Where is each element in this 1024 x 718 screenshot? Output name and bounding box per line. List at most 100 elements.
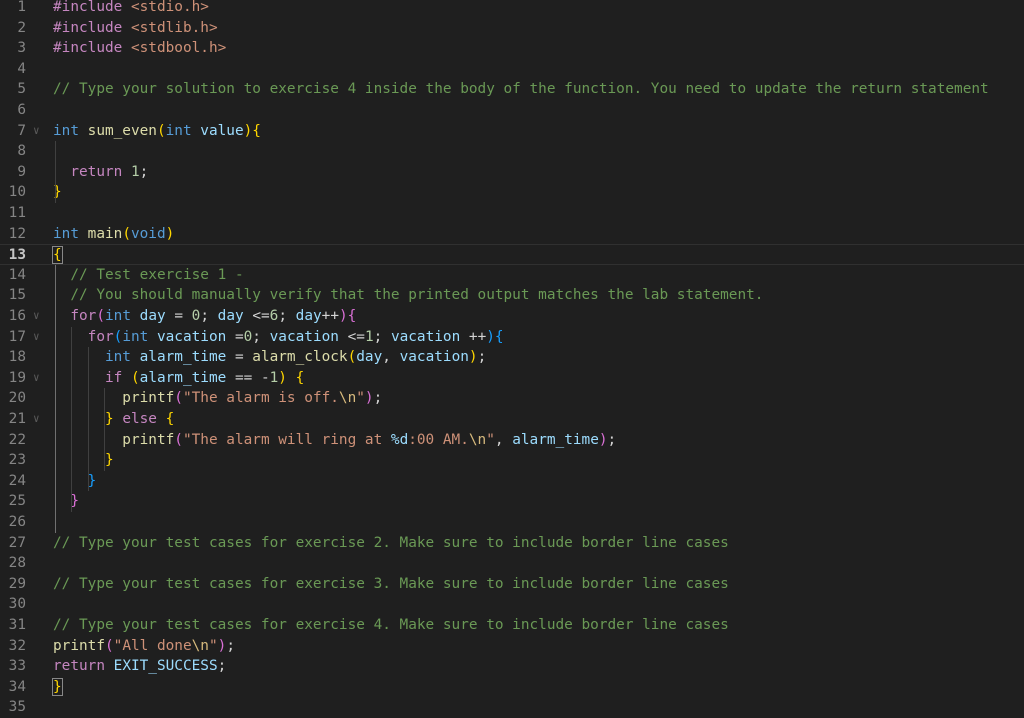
code-line[interactable]: 12 int main(void) (0, 224, 1024, 245)
code-text[interactable]: printf("All done\n"); (53, 636, 235, 657)
line-number: 26 (8, 514, 26, 530)
line-number: 21 (8, 411, 26, 427)
code-token: int (165, 122, 201, 139)
code-line[interactable]: 27 // Type your test cases for exercise 2… (0, 533, 1024, 554)
code-line[interactable]: 17 ∨ for(int vacation =0; vacation <=1; v… (0, 327, 1024, 348)
code-line[interactable]: 6 (0, 100, 1024, 121)
fold-chevron-icon[interactable]: ∨ (33, 306, 40, 327)
code-text[interactable]: // You should manually verify that the p… (53, 285, 763, 306)
code-text[interactable]: #include <stdlib.h> (53, 18, 218, 39)
code-text[interactable]: int sum_even(int value){ (53, 121, 261, 142)
code-token: ; (607, 431, 617, 448)
code-token: ( (174, 431, 183, 448)
code-line[interactable]: 15 // You should manually verify that th… (0, 285, 1024, 306)
code-text[interactable]: // Type your test cases for exercise 4. … (53, 615, 729, 636)
code-line[interactable]: 24 } (0, 471, 1024, 492)
code-line[interactable]: 34} (0, 677, 1024, 698)
code-token: // Type your test cases for exercise 3. … (53, 575, 729, 592)
code-token: value (200, 122, 244, 139)
code-line[interactable]: 26 (0, 512, 1024, 533)
code-text[interactable]: { (52, 245, 63, 266)
line-number: 20 (8, 390, 26, 407)
fold-chevron-icon[interactable]: ∨ (33, 327, 40, 348)
code-token: for (53, 308, 97, 324)
code-line[interactable]: 25 } (0, 491, 1024, 512)
code-token: ) (468, 349, 478, 366)
code-line[interactable]: 29 // Type your test cases for exercise 3… (0, 574, 1024, 595)
code-token: // Type your test cases for exercise 4. … (53, 617, 729, 633)
code-text[interactable]: return EXIT_SUCCESS; (53, 656, 226, 677)
code-token: ; (217, 658, 227, 675)
code-token: ( (104, 637, 114, 654)
code-token: "The alarm will ring at (182, 431, 391, 448)
code-token: ( (122, 225, 131, 242)
code-text[interactable]: // Type your test cases for exercise 3. … (53, 574, 729, 595)
code-text[interactable]: #include <stdio.h> (53, 0, 209, 18)
code-token: day (217, 308, 244, 324)
code-line[interactable]: 9 return 1; (0, 162, 1024, 183)
code-text[interactable]: // Type your test cases for exercise 2. … (53, 533, 729, 554)
code-line[interactable]: 1 #include <stdio.h> (0, 0, 1024, 18)
code-line[interactable]: 35 (0, 697, 1024, 718)
code-text[interactable]: int alarm_time = alarm_clock(day, vacati… (53, 347, 486, 368)
code-line[interactable]: 3 #include <stdbool.h> (0, 38, 1024, 59)
fold-chevron-icon[interactable]: ∨ (33, 121, 40, 142)
code-text[interactable]: #include <stdbool.h> (53, 38, 226, 59)
code-token: void (130, 225, 166, 242)
line-number: 35 (8, 699, 26, 716)
code-token: ) (165, 225, 175, 242)
code-line[interactable]: 5 // Type your solution to exercise 4 ins… (0, 79, 1024, 100)
code-text[interactable]: } (53, 491, 79, 512)
fold-chevron-icon[interactable]: ∨ (33, 409, 40, 430)
code-text[interactable]: } (53, 471, 97, 492)
code-line[interactable]: 7 ∨ int sum_even(int value){ (0, 121, 1024, 142)
code-token: " (486, 431, 495, 448)
code-text[interactable]: for(int vacation =0; vacation <=1; vacat… (53, 327, 504, 348)
code-text[interactable]: // Test exercise 1 - (53, 265, 243, 286)
code-text[interactable]: if (alarm_time == -1) { (53, 368, 304, 389)
code-text[interactable]: } (52, 677, 63, 698)
code-token: 1 (130, 163, 140, 180)
code-token: ; (252, 328, 270, 345)
code-token: ; (200, 308, 218, 324)
code-line[interactable]: 33 return EXIT_SUCCESS; (0, 656, 1024, 677)
code-text[interactable]: printf("The alarm is off.\n"); (53, 388, 382, 409)
code-token: \n (191, 637, 209, 654)
line-number: 9 (17, 163, 26, 180)
code-text[interactable]: return 1; (53, 162, 148, 183)
code-line[interactable]: 20 printf("The alarm is off.\n"); (0, 388, 1024, 409)
code-line[interactable]: 22 printf("The alarm will ring at %d:00 … (0, 430, 1024, 451)
code-line[interactable]: 18 int alarm_time = alarm_clock(day, vac… (0, 347, 1024, 368)
code-token: sum_even (87, 122, 157, 139)
code-line[interactable]: 13 { (0, 244, 1024, 265)
code-token: <stdbool.h> (130, 40, 227, 57)
code-line[interactable]: 4 (0, 59, 1024, 80)
code-text[interactable]: printf("The alarm will ring at %d:00 AM.… (53, 430, 616, 451)
code-line[interactable]: 21 ∨ } else { (0, 409, 1024, 430)
code-line[interactable]: 14 // Test exercise 1 - (0, 265, 1024, 286)
code-token: :00 AM. (408, 431, 469, 448)
code-line[interactable]: 8 (0, 141, 1024, 162)
line-number: 17 (8, 328, 26, 345)
code-text[interactable]: // Type your solution to exercise 4 insi… (53, 79, 989, 100)
fold-chevron-icon[interactable]: ∨ (33, 368, 40, 389)
code-line[interactable]: 23 } (0, 450, 1024, 471)
code-token: 1 (269, 369, 279, 386)
code-token: ) (278, 369, 287, 386)
code-line[interactable]: 2 #include <stdlib.h> (0, 18, 1024, 39)
code-line[interactable]: 11 (0, 203, 1024, 224)
code-token: } (52, 677, 63, 696)
code-editor[interactable]: 1 #include <stdio.h> 2 #include <stdlib.h> 3… (0, 0, 1024, 715)
code-line[interactable]: 19 ∨ if (alarm_time == -1) { (0, 368, 1024, 389)
code-text[interactable]: int main(void) (53, 224, 174, 245)
code-token: ) (486, 328, 495, 345)
code-line[interactable]: 10} (0, 182, 1024, 203)
code-text[interactable]: for(int day = 0; day <=6; day++){ (53, 306, 356, 327)
code-line[interactable]: 32 printf("All done\n"); (0, 636, 1024, 657)
code-line[interactable]: 30 (0, 594, 1024, 615)
code-token: return (53, 163, 131, 180)
code-line[interactable]: 31 // Type your test cases for exercise 4… (0, 615, 1024, 636)
code-line[interactable]: 28 (0, 553, 1024, 574)
code-line[interactable]: 16 ∨ for(int day = 0; day <=6; day++){ (0, 306, 1024, 327)
code-token: 0 (243, 328, 253, 345)
